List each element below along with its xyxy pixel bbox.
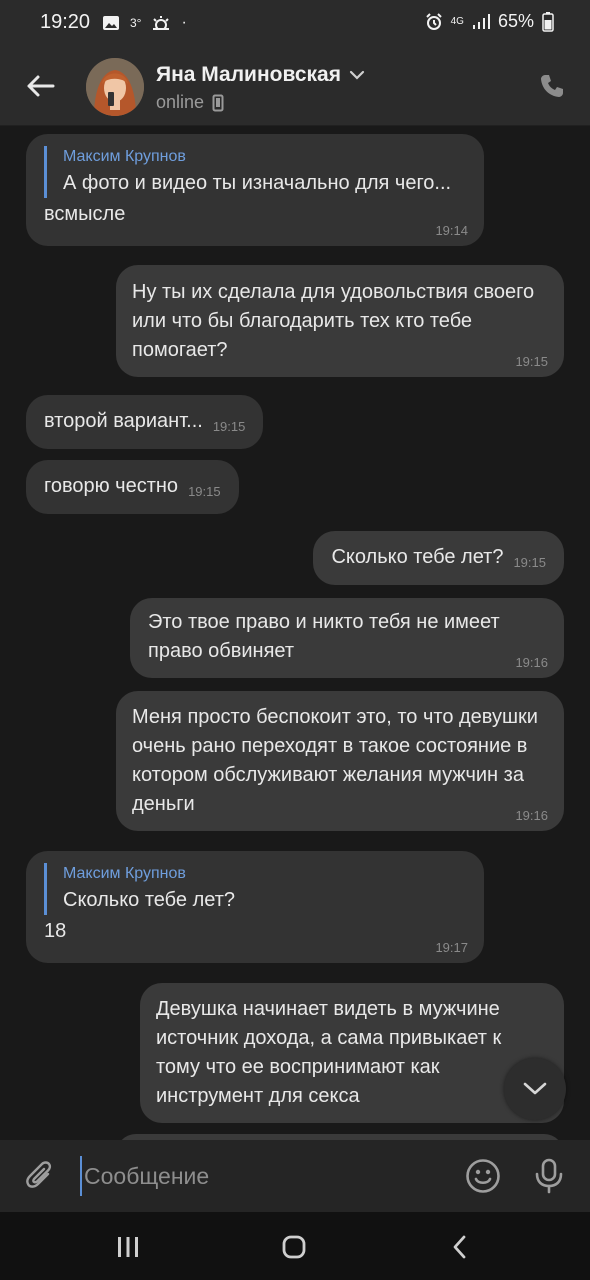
message-text: всмысле	[44, 203, 126, 225]
chevron-down-icon[interactable]	[349, 70, 365, 80]
message-text: говорю честно	[44, 475, 179, 497]
message-text: Девушка начинает видеть в мужчине источн…	[156, 998, 502, 1107]
microphone-icon	[535, 1158, 563, 1194]
alarm-icon	[425, 12, 442, 30]
message-composer	[0, 1140, 590, 1212]
message-outgoing[interactable]: Сколько тебе лет? 19:15	[313, 531, 564, 585]
message-incoming[interactable]: Максим Крупнов Сколько тебе лет? 18 19:1…	[26, 851, 484, 963]
reply-author: Максим Крупнов	[63, 148, 186, 165]
message-time: 19:14	[435, 223, 468, 238]
call-button[interactable]	[534, 68, 570, 104]
emoji-icon	[466, 1159, 500, 1193]
reply-author: Максим Крупнов	[63, 865, 186, 882]
message-time: 19:15	[212, 419, 246, 434]
recent-apps-icon	[118, 1237, 138, 1257]
recent-apps-button[interactable]	[108, 1232, 148, 1262]
scroll-down-icon	[523, 1082, 547, 1095]
message-time: 19:15	[515, 354, 548, 369]
message-time: 19:15	[188, 484, 221, 499]
contact-status: online	[156, 92, 205, 112]
message-incoming[interactable]: Максим Крупнов А фото и видео ты изначал…	[26, 134, 484, 246]
status-dot: ·	[181, 14, 187, 31]
home-icon	[282, 1235, 306, 1259]
message-time: 19:16	[515, 655, 548, 670]
reply-text: Сколько тебе лет?	[63, 889, 236, 911]
contact-name[interactable]: Яна Малиновская	[156, 63, 341, 87]
system-back-icon	[453, 1235, 466, 1259]
phone-device-icon	[212, 94, 224, 111]
weather-icon	[153, 16, 170, 30]
message-incoming[interactable]: второй вариант... 19:15	[26, 395, 264, 449]
status-temperature: 3°	[130, 16, 142, 30]
message-text: Сколько тебе лет?	[331, 546, 504, 568]
system-back-button[interactable]	[440, 1232, 480, 1262]
microphone-button[interactable]	[530, 1157, 568, 1195]
message-text: Это твое право и никто тебя не имеет пра…	[148, 611, 500, 662]
message-time: 19:16	[515, 808, 548, 823]
message-text: 18	[44, 920, 67, 942]
battery-percent: 65%	[497, 11, 534, 31]
back-arrow-icon	[27, 75, 55, 97]
reply-text: А фото и видео ты изначально для чего...	[63, 172, 452, 194]
message-incoming[interactable]: говорю честно 19:15	[26, 460, 239, 514]
contact-name-row[interactable]: Яна Малиновская	[156, 63, 365, 87]
signal-icon	[472, 13, 490, 29]
message-input[interactable]	[80, 1156, 440, 1196]
reply-preview[interactable]: Максим Крупнов Сколько тебе лет?	[44, 863, 466, 915]
avatar-image	[86, 58, 144, 116]
message-text: Меня просто беспокоит это, то что девушк…	[132, 706, 538, 815]
call-icon	[541, 75, 563, 97]
attach-button[interactable]	[22, 1158, 58, 1194]
system-nav-bar	[0, 1212, 590, 1280]
message-time: 19:17	[435, 940, 468, 955]
chat-header: Яна Малиновская online	[0, 46, 590, 126]
message-time: 19:15	[513, 555, 546, 570]
home-button[interactable]	[274, 1232, 314, 1262]
avatar[interactable]	[86, 58, 144, 116]
battery-icon	[542, 11, 554, 32]
message-text: второй вариант...	[44, 410, 203, 432]
attach-icon	[26, 1161, 52, 1188]
status-time: 19:20	[40, 11, 91, 33]
message-outgoing[interactable]: Девушка начинает видеть в мужчине источн…	[140, 983, 564, 1123]
network-type: 4G	[450, 16, 464, 27]
message-outgoing[interactable]: Ну ты их сделала для удовольствия своего…	[116, 265, 564, 377]
message-outgoing[interactable]: Меня просто беспокоит это, то что девушк…	[116, 691, 564, 831]
message-outgoing[interactable]: Это твое право и никто тебя не имеет пра…	[130, 598, 564, 678]
scroll-down-button[interactable]	[504, 1058, 566, 1120]
reply-preview[interactable]: Максим Крупнов А фото и видео ты изначал…	[44, 146, 466, 198]
status-bar: 19:20 3° · 4G 65%	[0, 0, 590, 46]
emoji-button[interactable]	[464, 1157, 502, 1195]
back-button[interactable]	[22, 68, 58, 104]
message-text: Ну ты их сделала для удовольствия своего…	[132, 281, 535, 361]
message-list[interactable]: Максим Крупнов А фото и видео ты изначал…	[0, 126, 590, 1140]
image-notification-icon	[103, 16, 119, 30]
